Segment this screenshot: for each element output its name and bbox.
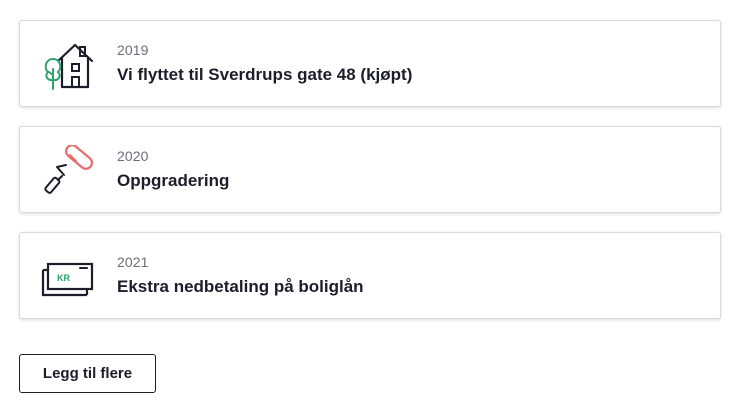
house-icon xyxy=(40,39,100,93)
event-title: Oppgradering xyxy=(117,171,230,190)
event-title: Ekstra nedbetaling på boliglån xyxy=(117,277,364,296)
event-card-2019[interactable]: 2019 Vi flyttet til Sverdrups gate 48 (k… xyxy=(19,20,721,107)
add-more-button[interactable]: Legg til flere xyxy=(19,354,156,393)
event-card-2020[interactable]: 2020 Oppgradering xyxy=(19,126,721,213)
event-year: 2021 xyxy=(117,254,149,270)
events-page: 2019 Vi flyttet til Sverdrups gate 48 (k… xyxy=(0,0,740,419)
event-title: Vi flyttet til Sverdrups gate 48 (kjøpt) xyxy=(117,65,413,84)
event-card-2021[interactable]: KR 2021 Ekstra nedbetaling på boliglån xyxy=(19,232,721,319)
event-year: 2020 xyxy=(117,148,149,164)
money-icon-text: KR xyxy=(57,273,70,283)
money-icon: KR xyxy=(40,251,100,305)
paint-roller-icon xyxy=(40,144,100,199)
event-year: 2019 xyxy=(117,42,149,58)
